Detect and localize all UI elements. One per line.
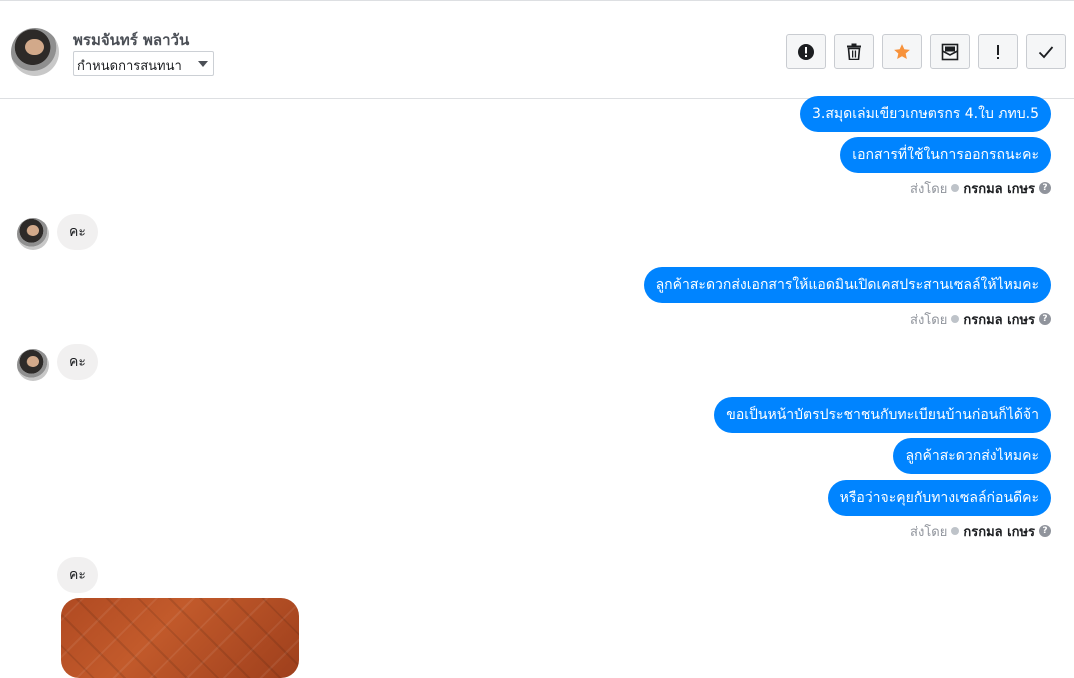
delete-button[interactable]	[834, 34, 874, 69]
sent-by-line: ส่งโดย กรกมล เกษร ?	[910, 522, 1051, 540]
incoming-message: คะ	[57, 557, 98, 593]
check-icon	[1038, 45, 1054, 58]
contact-avatar-small	[17, 349, 49, 381]
mark-unread-icon	[941, 43, 959, 60]
status-dot-icon	[951, 315, 960, 323]
conversation-settings-label: กำหนดการสนทนา	[77, 59, 182, 74]
outgoing-message: ลูกค้าสะดวกส่งเอกสารให้แอดมินเปิดเคสประส…	[643, 267, 1051, 303]
incoming-message: คะ	[57, 344, 98, 380]
caret-down-icon	[198, 61, 208, 67]
help-icon[interactable]: ?	[1039, 525, 1051, 537]
contact-avatar[interactable]	[11, 28, 59, 76]
mark-unread-button[interactable]	[930, 34, 970, 69]
contact-name[interactable]: พรมจันทร์ พลาวัน	[73, 28, 189, 52]
sent-by-line: ส่งโดย กรกมล เกษร ?	[910, 179, 1051, 197]
sender-name: กรกมล เกษร	[963, 524, 1035, 540]
sent-by-label: ส่งโดย	[910, 312, 948, 328]
outgoing-message: เอกสารที่ใช้ในการออกรถนะคะ	[840, 137, 1051, 173]
sender-name: กรกมล เกษร	[963, 312, 1035, 328]
sent-by-label: ส่งโดย	[910, 181, 948, 197]
sent-by-label: ส่งโดย	[910, 524, 948, 540]
conversation-settings-dropdown[interactable]: กำหนดการสนทนา	[73, 51, 214, 76]
image-attachment[interactable]	[61, 598, 299, 678]
alert-circle-icon	[798, 43, 814, 60]
help-icon[interactable]: ?	[1039, 313, 1051, 325]
outgoing-message: ขอเป็นหน้าบัตรประชาชนกับทะเบียนบ้านก่อนก…	[714, 397, 1051, 433]
mark-done-button[interactable]	[1026, 34, 1066, 69]
help-icon[interactable]: ?	[1039, 182, 1051, 194]
incoming-message: คะ	[57, 214, 98, 250]
trash-icon	[847, 43, 861, 60]
outgoing-message: ลูกค้าสะดวกส่งไหมคะ	[893, 438, 1051, 474]
outgoing-message: หรือว่าจะคุยกับทางเซลล์ก่อนดีคะ	[827, 480, 1051, 516]
status-dot-icon	[951, 527, 960, 535]
status-dot-icon	[951, 184, 960, 192]
sent-by-line: ส่งโดย กรกมล เกษร ?	[910, 310, 1051, 328]
sender-name: กรกมล เกษร	[963, 181, 1035, 197]
star-button[interactable]	[882, 34, 922, 69]
conversation-header: พรมจันทร์ พลาวัน กำหนดการสนทนา	[0, 0, 1074, 99]
contact-avatar-small	[17, 218, 49, 250]
star-icon	[894, 43, 910, 59]
mark-spam-button[interactable]	[978, 34, 1018, 69]
outgoing-message: 3.สมุดเล่มเขียวเกษตรกร 4.ใบ ภทบ.5	[799, 96, 1051, 132]
exclamation-icon	[997, 44, 999, 59]
report-button[interactable]	[786, 34, 826, 69]
